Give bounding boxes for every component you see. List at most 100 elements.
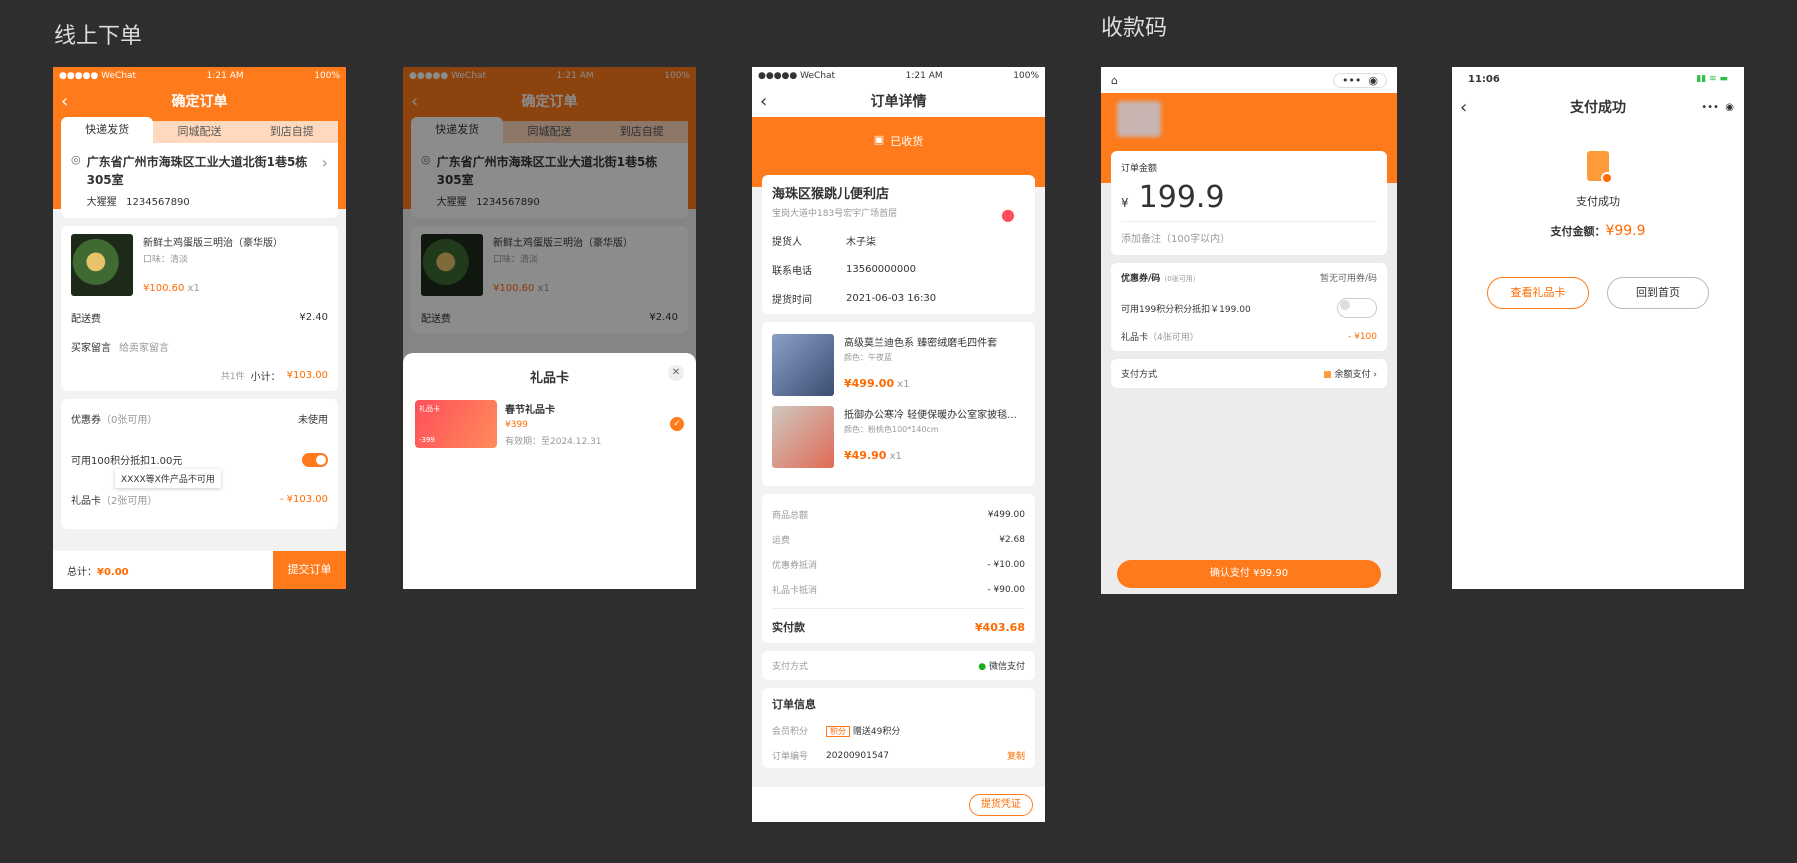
success-icon (1587, 151, 1613, 184)
remark-input[interactable]: 添加备注（100字以内） (1121, 221, 1377, 245)
sheet-title: 礼品卡 (529, 371, 569, 386)
giftcard-expiry: 有效期：至2024.12.31 (505, 437, 602, 447)
giftcard-name: 春节礼品卡 (505, 405, 555, 416)
submit-order-button[interactable]: 提交订单 (273, 551, 346, 589)
points-tag: 积分 (826, 726, 851, 737)
success-text: 支付成功 (1576, 195, 1620, 208)
coupon-count: （0张可用） (101, 415, 158, 426)
points-deduct: 可用100积分抵扣1.00元 (71, 456, 183, 467)
check-icon[interactable]: ✓ (670, 417, 684, 431)
pay-method-value: 微信支付 (988, 662, 1025, 672)
order-info-title: 订单信息 (772, 698, 816, 711)
map-pin-icon: ● (1001, 205, 1015, 224)
back-icon[interactable]: ‹ (61, 91, 68, 112)
carrier: ●●●●● WeChat (758, 71, 836, 81)
points-label: 会员积分 (772, 727, 809, 737)
amount-label: 订单金额 (1121, 164, 1158, 174)
chevron-right-icon[interactable]: › (322, 153, 328, 208)
page-title: 确定订单 (171, 94, 228, 110)
pay-method-label: 支付方式 (772, 662, 809, 672)
total-label: 总计： (67, 566, 97, 578)
coupon-value[interactable]: 暂无可用券/码 (1320, 271, 1377, 284)
close-icon[interactable]: ✕ (668, 365, 684, 381)
item-count: 共1件 (220, 372, 245, 382)
location-icon: ◎ (71, 153, 81, 166)
carrier: ●●●●● WeChat (59, 71, 137, 81)
giftcard-sheet: 礼品卡 ✕ 礼品卡 -399 春节礼品卡 ¥399 有效期：至2024.12.31… (403, 353, 696, 589)
giftcard-amount: ¥399 (505, 420, 528, 430)
info-row: 提货人 木子柒 (772, 237, 876, 248)
summary-row: 运费 ¥2.68 (772, 534, 1025, 547)
paid-label: 实付款 (772, 621, 805, 634)
coupon-label: 优惠券/码 (1121, 274, 1161, 284)
home-icon[interactable]: ⌂ (1111, 74, 1118, 87)
giftcard-count: （2张可用） (101, 496, 158, 507)
product-image (71, 234, 133, 296)
subtotal: ¥103.00 (286, 370, 328, 381)
points-toggle[interactable] (1337, 298, 1377, 318)
summary-row: 优惠券抵消 - ¥10.00 (772, 559, 1025, 572)
giftcard-label: 礼品卡 (1121, 333, 1149, 343)
list-item[interactable]: 高级莫兰迪色系 臻密绒磨毛四件套 颜色：午夜蓝 ¥499.00 x1 (772, 334, 1025, 396)
giftcard-thumb: 礼品卡 -399 (415, 400, 497, 448)
product-price: ¥100.60 (143, 283, 185, 294)
coupon-sub: （0张可用） (1160, 275, 1200, 283)
note-label: 买家留言 (71, 343, 111, 354)
giftcard-value[interactable]: - ¥100 (1348, 332, 1377, 342)
giftcard-sub: （4张可用） (1148, 333, 1199, 343)
back-icon[interactable]: ‹ (1460, 97, 1467, 118)
subtotal-label: 小计： (250, 372, 281, 383)
copy-button[interactable]: 复制 (1007, 749, 1025, 762)
back-home-button[interactable]: 回到首页 (1607, 277, 1709, 309)
note-input[interactable]: 给卖家留言 (119, 339, 169, 354)
pay-method-label: 支付方式 (1121, 370, 1158, 380)
product-name: 新鲜土鸡蛋版三明治（豪华版） (143, 238, 283, 249)
battery: 100% (314, 71, 340, 81)
view-giftcard-button[interactable]: 查看礼品卡 (1487, 277, 1589, 309)
store-address: 宝岗大道中183号宏宇广场首层 (772, 209, 898, 219)
summary-row: 商品总额 ¥499.00 (772, 509, 1025, 522)
signal-battery-icon: ▮▮ ≋ ▬ (1696, 74, 1728, 84)
screen-payment: ⌂ ••• ◉ 订单金额 ¥199.9 添加备注（100字以内） 优惠券/码（0张… (1101, 67, 1397, 594)
points-value: 赠送49积分 (852, 727, 901, 737)
clock: 1:21 AM (905, 71, 943, 81)
screen-pay-success: 11:06 ▮▮ ≋ ▬ ‹ 支付成功 ••• ◉ 支付成功 支付金额：¥99.9 查… (1452, 67, 1744, 589)
capsule-menu[interactable]: ••• ◉ (1332, 72, 1387, 88)
giftcard-value[interactable]: - ¥103.00 (280, 494, 328, 505)
product-flavor: 口味：清淡 (143, 255, 189, 265)
item-image (772, 334, 834, 396)
info-row: 提货时间 2021-06-03 16:30 (772, 293, 937, 306)
capsule-menu[interactable]: ••• ◉ (1701, 102, 1734, 113)
amount: ¥99.9 (1605, 223, 1646, 239)
section-title-payment-code: 收款码 (1101, 16, 1168, 41)
shipping-value: ¥2.40 (299, 312, 328, 323)
tooltip: XXXX等X件产品不可用 (115, 469, 221, 488)
wallet-icon: ■ (1323, 370, 1332, 380)
coupon-value[interactable]: 未使用 (298, 411, 328, 426)
tab-express[interactable]: 快递发货 (61, 117, 154, 143)
wechat-pay-icon: ● (978, 662, 987, 672)
pay-method-value[interactable]: 余额支付 (1335, 370, 1371, 380)
tab-pickup[interactable]: 到店自提 (245, 121, 338, 143)
clock: 1:21 AM (206, 71, 244, 81)
screen-giftcard-sheet: ●●●●● WeChat 1:21 AM 100% ‹ 确定订单 快递发货 同城配送 … (403, 67, 696, 589)
points-deduct: 可用199积分积分抵扣￥199.00 (1121, 304, 1251, 315)
info-row: 联系电话 13560000000 (772, 264, 916, 277)
screen-order-detail: ●●●●● WeChat 1:21 AM 100% ‹ 订单详情 ▣ 已收货 海珠区猴跳… (752, 67, 1045, 822)
clock: 11:06 (1468, 73, 1500, 85)
address: 广东省广州市海珠区工业大道北街1巷5栋305室 (86, 155, 308, 187)
list-item[interactable]: 抵御办公寒冷 轻便保暖办公室家披毯... 颜色：粉桃色100*140cm ¥49.9… (772, 406, 1025, 468)
back-icon[interactable]: ‹ (760, 91, 767, 112)
points-toggle[interactable] (302, 452, 328, 467)
confirm-pay-button[interactable]: 确认支付 ¥99.90 (1117, 560, 1381, 588)
total: ¥0.00 (97, 566, 129, 578)
product-qty: x1 (187, 283, 200, 294)
paid-amount: ¥403.68 (974, 620, 1025, 634)
avatar (1117, 101, 1161, 137)
battery: 100% (1013, 71, 1039, 81)
item-image (772, 406, 834, 468)
pickup-voucher-button[interactable]: 提货凭证 (969, 793, 1033, 816)
tab-local[interactable]: 同城配送 (153, 121, 246, 143)
giftcard-label: 礼品卡 (71, 496, 101, 507)
screen-confirm-order: ●●●●● WeChat 1:21 AM 100% ‹ 确定订单 快递发货 同城配送 … (53, 67, 346, 589)
